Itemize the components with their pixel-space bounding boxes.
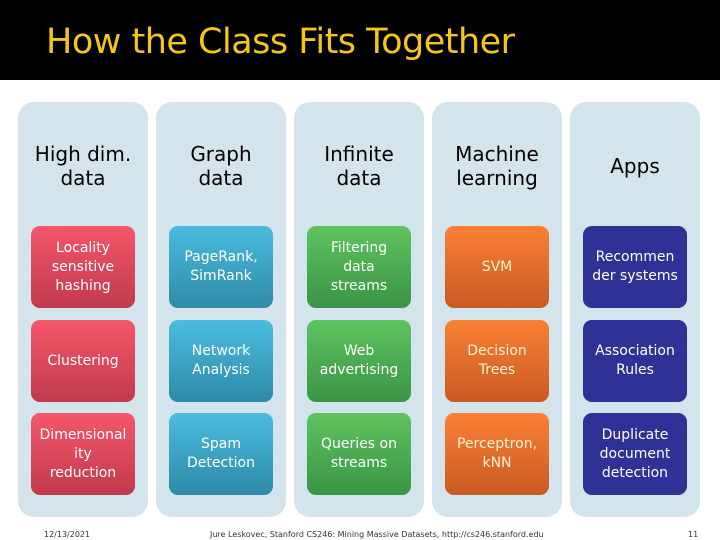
column-heading: Infinite data [324,142,394,190]
topic-box: Duplicate document detection [583,413,687,495]
footer-date: 12/13/2021 [44,530,91,539]
topic-box: Dimensional ity reduction [31,413,135,495]
column-apps: Apps Recommen der systems Association Ru… [570,102,700,517]
column-infinite-data: Infinite data Filtering data streams Web… [294,102,424,517]
topic-box: SVM [445,226,549,308]
column-heading: Apps [610,154,660,178]
column-machine-learning: Machine learning SVM Decision Trees Perc… [432,102,562,517]
topic-box: Spam Detection [169,413,273,495]
topic-box: Locality sensitive hashing [31,226,135,308]
column-high-dim-data: High dim. data Locality sensitive hashin… [18,102,148,517]
topic-box: Decision Trees [445,320,549,402]
topic-box: Recommen der systems [583,226,687,308]
footer-credit: Jure Leskovec, Stanford CS246: Mining Ma… [210,530,544,539]
column-heading: Machine learning [455,142,539,190]
topic-box: Network Analysis [169,320,273,402]
topic-box: Queries on streams [307,413,411,495]
column-graph-data: Graph data PageRank, SimRank Network Ana… [156,102,286,517]
slide-number: 11 [688,530,699,539]
topic-box: Clustering [31,320,135,402]
column-heading: High dim. data [34,142,132,190]
topic-box: Filtering data streams [307,226,411,308]
topic-box: Perceptron, kNN [445,413,549,495]
topic-box: PageRank, SimRank [169,226,273,308]
title-bar: How the Class Fits Together [0,0,720,80]
topic-box: Web advertising [307,320,411,402]
slide-title: How the Class Fits Together [46,22,515,62]
column-heading: Graph data [190,142,252,190]
topic-box: Association Rules [583,320,687,402]
